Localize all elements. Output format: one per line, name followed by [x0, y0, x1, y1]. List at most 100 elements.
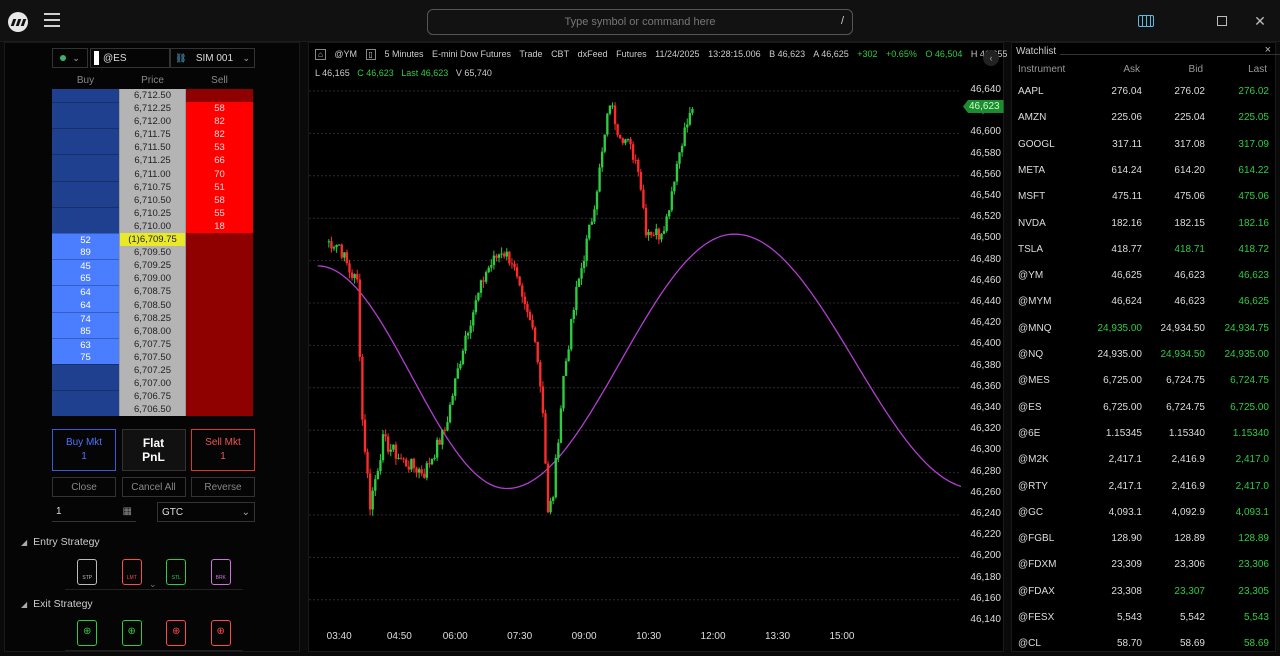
dom-ask-cell[interactable] — [186, 246, 253, 260]
symbol-selector[interactable]: @ES — [90, 48, 170, 68]
calculator-icon[interactable]: ▦ — [123, 506, 132, 517]
dom-bid-cell[interactable]: 64 — [52, 298, 119, 312]
watchlist-row[interactable]: @NQ 24,935.00 24,934.50 24,935.00 — [1012, 341, 1277, 367]
buy-market-button[interactable]: Buy Mkt 1 — [52, 429, 116, 471]
limit-entry-icon[interactable]: LMT — [121, 558, 142, 585]
candle[interactable] — [366, 448, 369, 479]
candle[interactable] — [600, 147, 604, 172]
candle[interactable] — [379, 454, 382, 475]
candle[interactable] — [683, 122, 686, 147]
candle[interactable] — [631, 141, 635, 164]
watchlist-row[interactable]: @MYM 46,624 46,623 46,625 — [1012, 288, 1277, 314]
dom-bid-cell[interactable] — [52, 154, 119, 168]
dom-row[interactable]: 6,712.00 82 — [52, 115, 255, 129]
dom-bid-cell[interactable]: 64 — [52, 285, 119, 299]
candle[interactable] — [415, 466, 418, 478]
candle[interactable] — [562, 375, 565, 412]
col-header-instrument[interactable]: Instrument — [1018, 64, 1065, 75]
close-icon[interactable]: ✕ — [1251, 12, 1269, 30]
candle[interactable] — [392, 444, 395, 452]
candle[interactable] — [680, 143, 684, 157]
dom-bid-cell[interactable] — [52, 377, 119, 391]
watchlist-row[interactable]: NVDA 182.16 182.15 182.16 — [1012, 210, 1277, 236]
candle[interactable] — [371, 487, 374, 516]
candle[interactable] — [613, 102, 617, 131]
watchlist-row[interactable]: @RTY 2,417.1 2,416.9 2,417.0 — [1012, 473, 1277, 499]
candle[interactable] — [487, 265, 490, 274]
candle[interactable] — [435, 437, 439, 461]
candle[interactable] — [660, 233, 663, 243]
candle[interactable] — [397, 453, 400, 460]
connection-selector[interactable]: ⌄ — [52, 48, 88, 68]
time-axis[interactable]: 03:40 04:50 06:00 07:30 09:00 10:30 12:00 13:30… — [309, 629, 961, 649]
dom-ask-cell[interactable] — [186, 350, 253, 364]
candle[interactable] — [686, 118, 689, 133]
price-axis[interactable]: 46,64046,62046,60046,58046,56046,54046,5… — [961, 83, 1005, 629]
dom-row[interactable]: 85 6,708.00 — [52, 324, 255, 338]
candle[interactable] — [580, 262, 583, 286]
candle[interactable] — [564, 358, 568, 376]
watchlist-row[interactable]: @FESX 5,543 5,542 5,543 — [1012, 604, 1277, 630]
dom-bid-cell[interactable]: 65 — [52, 272, 119, 286]
candle[interactable] — [500, 247, 503, 259]
dom-ask-cell[interactable]: 18 — [186, 219, 253, 234]
dom-row[interactable]: 6,711.00 70 — [52, 167, 255, 181]
dom-ask-cell[interactable]: 82 — [186, 128, 253, 142]
candle[interactable] — [492, 250, 496, 270]
dom-row[interactable]: 6,710.25 55 — [52, 206, 255, 220]
candle[interactable] — [688, 106, 692, 127]
candle[interactable] — [505, 248, 508, 261]
candle[interactable] — [588, 224, 591, 241]
dom-row[interactable]: 6,710.75 51 — [52, 180, 255, 194]
cancel-all-button[interactable]: Cancel All — [121, 477, 186, 497]
dom-ask-cell[interactable]: 55 — [186, 206, 253, 220]
candle[interactable] — [595, 189, 599, 216]
dom-row[interactable]: 6,706.50 — [52, 403, 255, 417]
dom-bid-cell[interactable] — [52, 115, 119, 129]
candle[interactable] — [585, 234, 588, 267]
candle[interactable] — [634, 154, 637, 165]
candle[interactable] — [544, 409, 547, 464]
candle[interactable] — [531, 314, 534, 330]
exit-strategy-header[interactable]: ◢ Exit Strategy — [21, 598, 93, 610]
dom-bid-cell[interactable]: 89 — [52, 246, 119, 260]
candle[interactable] — [484, 270, 488, 284]
candle[interactable] — [582, 255, 586, 273]
stop-limit-entry-icon[interactable]: STL — [166, 558, 187, 585]
candle[interactable] — [536, 341, 539, 365]
candle[interactable] — [477, 292, 480, 302]
candle[interactable] — [655, 223, 658, 240]
candle[interactable] — [606, 113, 609, 137]
candle[interactable] — [451, 393, 454, 406]
candle[interactable] — [639, 168, 643, 192]
reverse-position-button[interactable]: Reverse — [191, 477, 255, 497]
dom-bid-cell[interactable] — [52, 102, 119, 116]
dom-ask-cell[interactable]: 58 — [186, 193, 253, 207]
watchlist-row[interactable]: AMZN 225.06 225.04 225.05 — [1012, 104, 1277, 130]
dom-row[interactable]: 6,706.75 — [52, 390, 255, 404]
dom-bid-cell[interactable]: 74 — [52, 311, 119, 325]
interval-icon[interactable]: ▯ — [365, 49, 376, 60]
entry-strategy-header[interactable]: ◢ Entry Strategy — [21, 536, 100, 548]
dom-ask-cell[interactable] — [186, 324, 253, 338]
watchlist-row[interactable]: @GC 4,093.1 4,092.9 4,093.1 — [1012, 499, 1277, 525]
dom-ask-cell[interactable]: 66 — [186, 154, 253, 168]
trailing-exit-icon[interactable]: ⊕ — [121, 619, 142, 646]
candle[interactable] — [567, 345, 570, 362]
dom-bid-cell[interactable] — [52, 403, 119, 417]
dom-bid-cell[interactable] — [52, 89, 119, 103]
watchlist-row[interactable]: @ES 6,725.00 6,724.75 6,725.00 — [1012, 394, 1277, 420]
dom-row[interactable]: 6,707.00 — [52, 377, 255, 391]
watchlist-row[interactable]: @YM 46,625 46,623 46,623 — [1012, 262, 1277, 288]
watchlist-row[interactable]: @M2K 2,417.1 2,416.9 2,417.0 — [1012, 446, 1277, 472]
candle[interactable] — [474, 295, 478, 315]
dom-ask-cell[interactable]: 53 — [186, 141, 253, 155]
chart-symbol[interactable]: @YM — [334, 49, 357, 59]
watchlist-row[interactable]: META 614.24 614.20 614.22 — [1012, 157, 1277, 183]
candle[interactable] — [345, 249, 349, 266]
dom-ask-cell[interactable] — [186, 89, 253, 103]
candle[interactable] — [353, 273, 356, 284]
dom-row[interactable]: 63 6,707.75 — [52, 337, 255, 351]
candle[interactable] — [603, 134, 606, 154]
candle[interactable] — [386, 433, 390, 455]
